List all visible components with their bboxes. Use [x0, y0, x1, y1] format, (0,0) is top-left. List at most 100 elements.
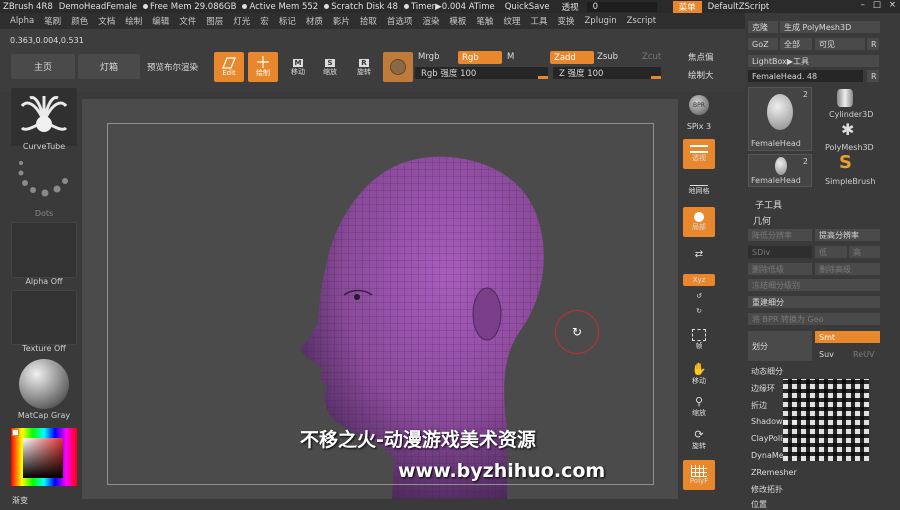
- reuv-button[interactable]: ReUV: [849, 348, 880, 360]
- sdiv-slider[interactable]: SDiv: [748, 246, 812, 258]
- texture-thumbnail[interactable]: [11, 290, 77, 345]
- menu-item[interactable]: 拾取: [360, 15, 377, 27]
- higher-res-button[interactable]: 提高分辨率: [815, 229, 880, 241]
- menu-item[interactable]: 模板: [449, 15, 466, 27]
- lsym-button[interactable]: ⇄: [683, 241, 715, 267]
- draw-button[interactable]: 绘制: [248, 52, 278, 82]
- goz-button[interactable]: GoZ: [748, 38, 778, 50]
- visible-button[interactable]: 可见: [815, 38, 865, 50]
- color-picker[interactable]: [11, 428, 77, 486]
- modify-topology-header[interactable]: 修改拓扑: [751, 484, 783, 495]
- reconstruct-subdiv-button[interactable]: 重建细分: [748, 296, 880, 308]
- edit-button[interactable]: Edit: [214, 52, 244, 82]
- tool-femalehead[interactable]: 2 FemaleHead: [748, 87, 812, 151]
- focal-shift-label[interactable]: 焦点偏: [688, 51, 714, 63]
- draw-size-label[interactable]: 绘制大: [688, 69, 714, 81]
- rotate-view-button[interactable]: ⟳ 旋转: [683, 425, 715, 453]
- zadd-button[interactable]: Zadd: [550, 51, 594, 64]
- menu-item[interactable]: 编辑: [152, 15, 169, 27]
- z-intensity-slider[interactable]: Z 强度 100: [553, 67, 661, 79]
- bpr-to-geo-button[interactable]: 将 BPR 转换为 Geo: [748, 313, 880, 325]
- bpr-preview-button[interactable]: 预览布尔渲染: [147, 61, 198, 73]
- lightbox-tool-button[interactable]: LightBox▶工具: [748, 55, 879, 67]
- menu-item[interactable]: 文档: [98, 15, 115, 27]
- lightbox-button[interactable]: 灯箱: [78, 54, 140, 79]
- current-tool-slider[interactable]: FemaleHead. 48: [748, 70, 863, 82]
- rotate-z-button[interactable]: ↻: [683, 305, 715, 317]
- menu-item[interactable]: 首选项: [387, 15, 413, 27]
- crease-header[interactable]: 折边: [751, 400, 767, 411]
- dynamic-subdiv-header[interactable]: 动态细分: [751, 366, 783, 377]
- mrgb-button[interactable]: Mrgb: [418, 52, 439, 62]
- smt-button[interactable]: Smt: [815, 331, 880, 343]
- all-button[interactable]: 全部: [780, 38, 812, 50]
- scale-view-button[interactable]: ⚲ 缩放: [683, 392, 715, 420]
- perspective-button[interactable]: 透视: [683, 139, 715, 169]
- color-picker-square[interactable]: [23, 438, 63, 478]
- floor-button[interactable]: 地网格: [683, 174, 715, 202]
- gradient-label[interactable]: 渐变: [12, 495, 28, 506]
- menu-item[interactable]: Zscript: [627, 16, 657, 26]
- zremesher-header[interactable]: ZRemesher: [751, 468, 797, 477]
- geometry-header[interactable]: 几何: [753, 214, 771, 227]
- clone-button[interactable]: 克隆: [748, 21, 778, 33]
- menu-item[interactable]: 灯光: [233, 15, 250, 27]
- tool-cylinder3d[interactable]: Cylinder3D: [815, 87, 881, 119]
- menu-item[interactable]: 文件: [179, 15, 196, 27]
- menu-button[interactable]: 菜单: [672, 0, 702, 13]
- subtool-header[interactable]: 子工具: [755, 198, 782, 211]
- menu-item[interactable]: 纹理: [503, 15, 520, 27]
- menu-item[interactable]: 材质: [306, 15, 323, 27]
- local-button[interactable]: 局部: [683, 207, 715, 237]
- default-zscript[interactable]: DefaultZScript: [708, 2, 770, 12]
- lower-res-button[interactable]: 降低分辨率: [748, 229, 812, 241]
- spix-slider[interactable]: SPix 3: [683, 121, 715, 132]
- menu-item[interactable]: 影片: [333, 15, 350, 27]
- brush-thumbnail[interactable]: [11, 88, 77, 146]
- menu-item[interactable]: 颜色: [71, 15, 88, 27]
- quicksave-button[interactable]: QuickSave: [505, 2, 550, 12]
- xyz-button[interactable]: Xyz: [683, 274, 715, 286]
- tool-polymesh3d[interactable]: ✱ PolyMesh3D: [815, 120, 881, 152]
- transparency-slider[interactable]: 0: [586, 1, 657, 12]
- primary-color-swatch[interactable]: [12, 429, 19, 436]
- higher-button[interactable]: 高: [849, 246, 880, 258]
- suv-button[interactable]: Suv: [815, 348, 847, 360]
- scale-button[interactable]: S 缩放: [316, 54, 344, 82]
- material-swatch-button[interactable]: [383, 52, 413, 82]
- menu-item[interactable]: 变换: [557, 15, 574, 27]
- rotate-button[interactable]: R 旋转: [350, 54, 378, 82]
- alpha-thumbnail[interactable]: [11, 222, 77, 278]
- menu-item[interactable]: 图层: [206, 15, 223, 27]
- m-button[interactable]: M: [507, 52, 514, 62]
- menu-item[interactable]: 绘制: [125, 15, 142, 27]
- menu-item[interactable]: 渲染: [422, 15, 439, 27]
- menu-item[interactable]: Alpha: [10, 16, 34, 26]
- close-icon[interactable]: ×: [889, 0, 896, 10]
- home-button[interactable]: 主页: [11, 54, 75, 79]
- r-button-2[interactable]: R: [867, 70, 879, 82]
- menu-item[interactable]: 宏: [260, 15, 269, 27]
- menu-item[interactable]: 笔触: [476, 15, 493, 27]
- edge-loop-header[interactable]: 边缘环: [751, 383, 775, 394]
- tool-femalehead-2[interactable]: 2 FemaleHead: [748, 154, 812, 187]
- menu-item[interactable]: 工具: [530, 15, 547, 27]
- zcut-button[interactable]: Zcut: [642, 52, 661, 62]
- tool-simplebrush[interactable]: S SimpleBrush: [815, 152, 881, 187]
- move-button[interactable]: M 移动: [284, 54, 312, 82]
- move-view-button[interactable]: ✋ 移动: [683, 360, 715, 388]
- menu-item[interactable]: Zplugin: [584, 16, 616, 26]
- minimize-icon[interactable]: –: [861, 0, 865, 10]
- menu-item[interactable]: 笔刷: [44, 15, 61, 27]
- r-button[interactable]: R: [867, 38, 879, 50]
- rgb-intensity-slider[interactable]: Rgb 强度 100: [415, 67, 548, 79]
- make-polymesh-button[interactable]: 生成 PolyMesh3D: [780, 21, 880, 33]
- delete-higher-button[interactable]: 删除高级: [815, 263, 880, 275]
- menu-item[interactable]: 标记: [279, 15, 296, 27]
- polyf-button[interactable]: PolyF: [683, 460, 715, 490]
- zsub-button[interactable]: Zsub: [597, 52, 618, 62]
- lower-button[interactable]: 低: [815, 246, 847, 258]
- stroke-thumbnail[interactable]: [11, 155, 77, 207]
- bpr-button[interactable]: BPR: [683, 94, 715, 116]
- freeze-subdiv-button[interactable]: 冻结细分级别: [748, 279, 880, 291]
